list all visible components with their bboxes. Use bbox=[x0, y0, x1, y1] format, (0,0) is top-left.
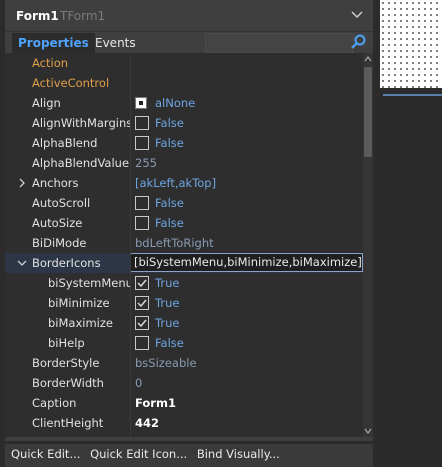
property-name: biMinimize bbox=[48, 296, 110, 310]
property-value: Form1 bbox=[135, 396, 176, 410]
property-name: ActiveControl bbox=[32, 76, 110, 90]
selected-object-class: TForm1 bbox=[60, 9, 106, 23]
property-row-biminimize[interactable]: biMinimize True bbox=[5, 293, 363, 313]
property-value: False bbox=[155, 336, 184, 350]
property-name: AutoSize bbox=[32, 216, 83, 230]
property-name: biMaximize bbox=[48, 316, 113, 330]
form-designer-canvas[interactable] bbox=[380, 0, 442, 88]
property-row-bordericons[interactable]: BorderIcons [biSystemMenu,biMinimize,biM… bbox=[5, 253, 363, 273]
property-value-editor[interactable]: [biSystemMenu,biMinimize,biMaximize] bbox=[130, 253, 363, 272]
inspector-footer: Quick Edit... Quick Edit Icon... Bind Vi… bbox=[5, 444, 373, 467]
selected-object-name: Form1 bbox=[16, 9, 59, 23]
property-name: AlignWithMargins bbox=[32, 116, 130, 130]
property-row-bidimode[interactable]: BiDiMode bdLeftToRight bbox=[5, 233, 363, 253]
property-value: 442 bbox=[135, 416, 160, 430]
property-name: ClientHeight bbox=[32, 416, 104, 430]
property-row-alphablendvalue[interactable]: AlphaBlendValue 255 bbox=[5, 153, 363, 173]
property-row-bisystemmenu[interactable]: biSystemMenu True bbox=[5, 273, 363, 293]
search-input[interactable] bbox=[205, 33, 354, 53]
checkmark-icon bbox=[137, 319, 147, 328]
property-name: Caption bbox=[32, 396, 77, 410]
quick-edit-icon-link[interactable]: Quick Edit Icon... bbox=[90, 447, 187, 461]
checkbox[interactable] bbox=[135, 196, 149, 210]
property-row-action[interactable]: Action bbox=[5, 53, 363, 73]
bind-visually-link[interactable]: Bind Visually... bbox=[197, 447, 280, 461]
checkmark-icon bbox=[137, 299, 147, 308]
property-name: Align bbox=[32, 96, 61, 110]
property-row-alphablend[interactable]: AlphaBlend False bbox=[5, 133, 363, 153]
align-picker[interactable] bbox=[135, 97, 147, 109]
property-name: BorderWidth bbox=[32, 376, 104, 390]
scroll-down-icon[interactable] bbox=[363, 425, 373, 437]
search-icon[interactable] bbox=[350, 33, 368, 51]
property-row-align[interactable]: Align alNone bbox=[5, 93, 363, 113]
property-value: bsSizeable bbox=[135, 356, 197, 370]
property-value: alNone bbox=[155, 96, 196, 110]
property-row-clientheight[interactable]: ClientHeight 442 bbox=[5, 413, 363, 433]
scroll-thumb[interactable] bbox=[364, 67, 372, 157]
property-row-borderwidth[interactable]: BorderWidth 0 bbox=[5, 373, 363, 393]
checkbox[interactable] bbox=[135, 316, 149, 330]
checkbox[interactable] bbox=[135, 216, 149, 230]
property-value: 255 bbox=[135, 156, 157, 170]
property-value: False bbox=[155, 196, 184, 210]
property-name: AutoScroll bbox=[32, 196, 91, 210]
checkbox[interactable] bbox=[135, 276, 149, 290]
property-row-autoscroll[interactable]: AutoScroll False bbox=[5, 193, 363, 213]
property-row-caption[interactable]: Caption Form1 bbox=[5, 393, 363, 413]
property-value: [akLeft,akTop] bbox=[135, 176, 217, 190]
property-name: AlphaBlendValue bbox=[32, 156, 130, 170]
property-value: 0 bbox=[135, 376, 143, 390]
vertical-scrollbar[interactable] bbox=[363, 53, 373, 437]
property-value: True bbox=[155, 296, 180, 310]
scroll-up-icon[interactable] bbox=[363, 53, 373, 65]
checkbox[interactable] bbox=[135, 296, 149, 310]
property-value: True bbox=[155, 276, 180, 290]
property-row-anchors[interactable]: Anchors [akLeft,akTop] bbox=[5, 173, 363, 193]
property-grid: Action ActiveControl Align alNone AlignW… bbox=[5, 53, 363, 437]
property-name: BiDiMode bbox=[32, 236, 87, 250]
form-designer-area bbox=[373, 0, 442, 467]
column-divider[interactable] bbox=[130, 53, 131, 437]
property-name: AlphaBlend bbox=[32, 136, 98, 150]
property-row-alignwithmargins[interactable]: AlignWithMargins False bbox=[5, 113, 363, 133]
property-name: biSystemMenu bbox=[48, 276, 130, 290]
chevron-down-icon[interactable] bbox=[349, 7, 365, 23]
property-row-autosize[interactable]: AutoSize False bbox=[5, 213, 363, 233]
property-row-borderstyle[interactable]: BorderStyle bsSizeable bbox=[5, 353, 363, 373]
property-row-bimaximize[interactable]: biMaximize True bbox=[5, 313, 363, 333]
designer-divider bbox=[383, 94, 442, 96]
checkmark-icon bbox=[137, 279, 147, 288]
object-inspector: Form1 TForm1 Properties Events Action Ac… bbox=[5, 0, 373, 441]
tab-properties[interactable]: Properties bbox=[12, 33, 95, 53]
property-name: BorderStyle bbox=[32, 356, 100, 370]
checkbox[interactable] bbox=[135, 336, 149, 350]
property-name: Anchors bbox=[32, 176, 79, 190]
checkbox[interactable] bbox=[135, 116, 149, 130]
property-value: True bbox=[155, 316, 180, 330]
property-name: Action bbox=[32, 56, 69, 70]
tab-events[interactable]: Events bbox=[89, 33, 142, 53]
property-row-bihelp[interactable]: biHelp False bbox=[5, 333, 363, 353]
quick-edit-link[interactable]: Quick Edit... bbox=[11, 447, 80, 461]
property-row-activecontrol[interactable]: ActiveControl bbox=[5, 73, 363, 93]
chevron-right-icon[interactable] bbox=[16, 177, 28, 189]
inspector-header[interactable]: Form1 TForm1 bbox=[5, 0, 373, 32]
property-value: False bbox=[155, 116, 184, 130]
checkbox[interactable] bbox=[135, 136, 149, 150]
property-value: bdLeftToRight bbox=[135, 236, 214, 250]
chevron-down-icon[interactable] bbox=[16, 257, 28, 269]
property-name: BorderIcons bbox=[32, 256, 101, 270]
property-value: False bbox=[155, 216, 184, 230]
property-value: False bbox=[155, 136, 184, 150]
property-name: biHelp bbox=[48, 336, 85, 350]
